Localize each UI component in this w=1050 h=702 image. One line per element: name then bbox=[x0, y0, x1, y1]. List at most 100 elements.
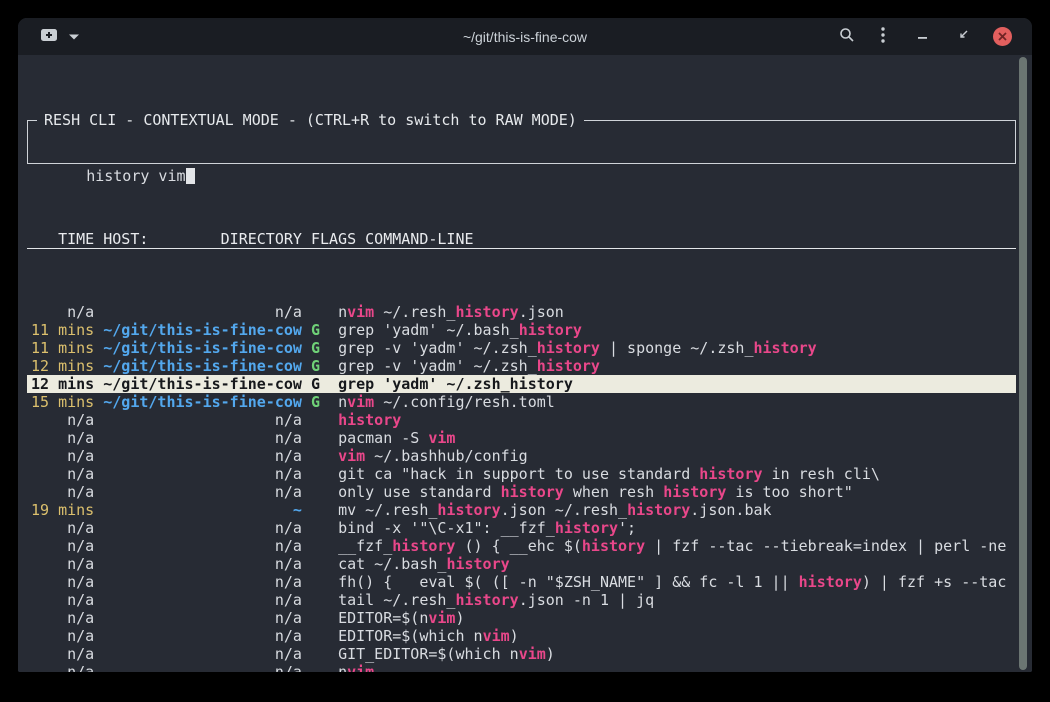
row-flags bbox=[311, 429, 329, 447]
history-row[interactable]: n/a n/a cat ~/.bash_history bbox=[27, 555, 1016, 573]
row-command-match: history bbox=[455, 591, 518, 609]
row-flags bbox=[311, 663, 329, 672]
history-row[interactable]: n/a n/a __fzf_history () { __ehc $(histo… bbox=[27, 537, 1016, 555]
history-row-selected[interactable]: 12 mins ~/git/this-is-fine-cow G grep 'y… bbox=[27, 375, 1016, 393]
scrollbar[interactable] bbox=[1018, 56, 1030, 671]
menu-button[interactable] bbox=[881, 24, 885, 50]
row-command-match: history bbox=[446, 555, 509, 573]
new-tab-icon bbox=[40, 27, 58, 46]
history-row[interactable]: n/a n/a git ca "hack in support to use s… bbox=[27, 465, 1016, 483]
row-flags bbox=[311, 303, 329, 321]
row-flags: G bbox=[311, 357, 329, 375]
row-directory: n/a bbox=[103, 537, 302, 555]
table-header-text: TIME HOST: DIRECTORY FLAGS COMMAND-LINE bbox=[31, 230, 474, 248]
chevron-down-icon bbox=[68, 29, 80, 44]
row-command-match: history bbox=[338, 411, 401, 429]
row-command-match: history bbox=[582, 537, 645, 555]
row-command: .json ~/.resh_ bbox=[501, 501, 627, 519]
row-flags bbox=[311, 519, 329, 537]
row-command: fh() { eval $( ([ -n "$ZSH_NAME" ] && fc… bbox=[338, 573, 799, 591]
row-time: n/a bbox=[31, 447, 94, 465]
row-directory: n/a bbox=[103, 519, 302, 537]
history-row[interactable]: n/a n/a only use standard history when r… bbox=[27, 483, 1016, 501]
row-command-match: history bbox=[437, 501, 500, 519]
row-command: cat ~/.bash_ bbox=[338, 555, 446, 573]
row-time: n/a bbox=[31, 303, 94, 321]
row-command: GIT_EDITOR=$(which n bbox=[338, 645, 519, 663]
history-row[interactable]: 11 mins ~/git/this-is-fine-cow G grep 'y… bbox=[27, 321, 1016, 339]
history-row[interactable]: n/a n/a bind -x '"\C-x1": __fzf_history'… bbox=[27, 519, 1016, 537]
search-input[interactable]: history vim bbox=[86, 167, 194, 185]
restore-icon bbox=[957, 29, 969, 44]
row-time: 12 mins bbox=[31, 375, 94, 393]
restore-button[interactable] bbox=[957, 24, 969, 50]
history-row[interactable]: n/a n/a GIT_EDITOR=$(which nvim) bbox=[27, 645, 1016, 663]
row-command: grep 'yadm' ~/.zsh_history bbox=[338, 375, 573, 393]
history-row[interactable]: 19 mins ~ mv ~/.resh_history.json ~/.res… bbox=[27, 501, 1016, 519]
history-row[interactable]: 12 mins ~/git/this-is-fine-cow G grep -v… bbox=[27, 357, 1016, 375]
history-row[interactable]: n/a n/a fh() { eval $( ([ -n "$ZSH_NAME"… bbox=[27, 573, 1016, 591]
history-row[interactable]: n/a n/a pacman -S vim bbox=[27, 429, 1016, 447]
history-row[interactable]: n/a n/a history bbox=[27, 411, 1016, 429]
row-command-match: vim bbox=[347, 663, 374, 672]
row-time: n/a bbox=[31, 645, 94, 663]
row-flags: G bbox=[311, 321, 329, 339]
history-row[interactable]: n/a n/a nvim bbox=[27, 663, 1016, 672]
tab-dropdown-button[interactable] bbox=[68, 24, 80, 50]
row-time: 11 mins bbox=[31, 321, 94, 339]
row-directory: n/a bbox=[103, 555, 302, 573]
row-directory: ~/git/this-is-fine-cow bbox=[103, 393, 302, 411]
row-command: .json bbox=[519, 303, 564, 321]
history-rows: n/a n/a nvim ~/.resh_history.json11 mins… bbox=[27, 303, 1016, 672]
new-tab-button[interactable] bbox=[40, 24, 58, 50]
history-row[interactable]: n/a n/a tail ~/.resh_history.json -n 1 |… bbox=[27, 591, 1016, 609]
row-command: n bbox=[338, 663, 347, 672]
history-row[interactable]: 15 mins ~/git/this-is-fine-cow G nvim ~/… bbox=[27, 393, 1016, 411]
text-cursor bbox=[186, 168, 195, 184]
row-command-match: history bbox=[537, 339, 600, 357]
row-flags bbox=[311, 573, 329, 591]
minimize-button[interactable] bbox=[917, 24, 929, 50]
row-command: ) bbox=[510, 627, 519, 645]
row-command-match: history bbox=[699, 465, 762, 483]
row-command: ~/.bashhub/config bbox=[365, 447, 528, 465]
terminal-window: ~/git/this-is-fine-cow bbox=[18, 18, 1032, 672]
row-command: '; bbox=[618, 519, 636, 537]
titlebar: ~/git/this-is-fine-cow bbox=[18, 18, 1032, 55]
row-directory: n/a bbox=[103, 465, 302, 483]
row-command: mv ~/.resh_ bbox=[338, 501, 437, 519]
row-flags bbox=[311, 627, 329, 645]
history-row[interactable]: n/a n/a nvim ~/.resh_history.json bbox=[27, 303, 1016, 321]
row-command: git ca "hack in support to use standard bbox=[338, 465, 699, 483]
row-command: bind -x '"\C-x1": __fzf_ bbox=[338, 519, 555, 537]
row-command: __fzf_ bbox=[338, 537, 392, 555]
search-box-title: RESH CLI - CONTEXTUAL MODE - (CTRL+R to … bbox=[37, 111, 584, 129]
row-command: pacman -S bbox=[338, 429, 428, 447]
row-time: n/a bbox=[31, 555, 94, 573]
row-command-match: history bbox=[555, 519, 618, 537]
row-flags bbox=[311, 483, 329, 501]
history-row[interactable]: 11 mins ~/git/this-is-fine-cow G grep -v… bbox=[27, 339, 1016, 357]
row-command: EDITOR=$(which n bbox=[338, 627, 483, 645]
terminal-content: RESH CLI - CONTEXTUAL MODE - (CTRL+R to … bbox=[18, 55, 1032, 672]
row-time: n/a bbox=[31, 519, 94, 537]
scrollbar-thumb[interactable] bbox=[1019, 57, 1027, 670]
row-time: n/a bbox=[31, 483, 94, 501]
history-row[interactable]: n/a n/a vim ~/.bashhub/config bbox=[27, 447, 1016, 465]
row-time: 19 mins bbox=[31, 501, 94, 519]
history-row[interactable]: n/a n/a EDITOR=$(nvim) bbox=[27, 609, 1016, 627]
row-command: .json -n 1 | jq bbox=[519, 591, 654, 609]
row-flags bbox=[311, 447, 329, 465]
history-row[interactable]: n/a n/a EDITOR=$(which nvim) bbox=[27, 627, 1016, 645]
row-command: ) bbox=[546, 645, 555, 663]
row-command: ) | fzf +s --tac bbox=[862, 573, 1007, 591]
row-command-match: history bbox=[501, 483, 564, 501]
row-command: () { __ehc $( bbox=[455, 537, 581, 555]
row-directory: ~/git/this-is-fine-cow bbox=[103, 339, 302, 357]
search-button[interactable] bbox=[839, 24, 855, 50]
close-button[interactable] bbox=[993, 27, 1012, 46]
row-time: n/a bbox=[31, 627, 94, 645]
row-command: is too short" bbox=[726, 483, 852, 501]
row-command: ~/.config/resh.toml bbox=[374, 393, 555, 411]
row-directory: ~ bbox=[103, 501, 302, 519]
